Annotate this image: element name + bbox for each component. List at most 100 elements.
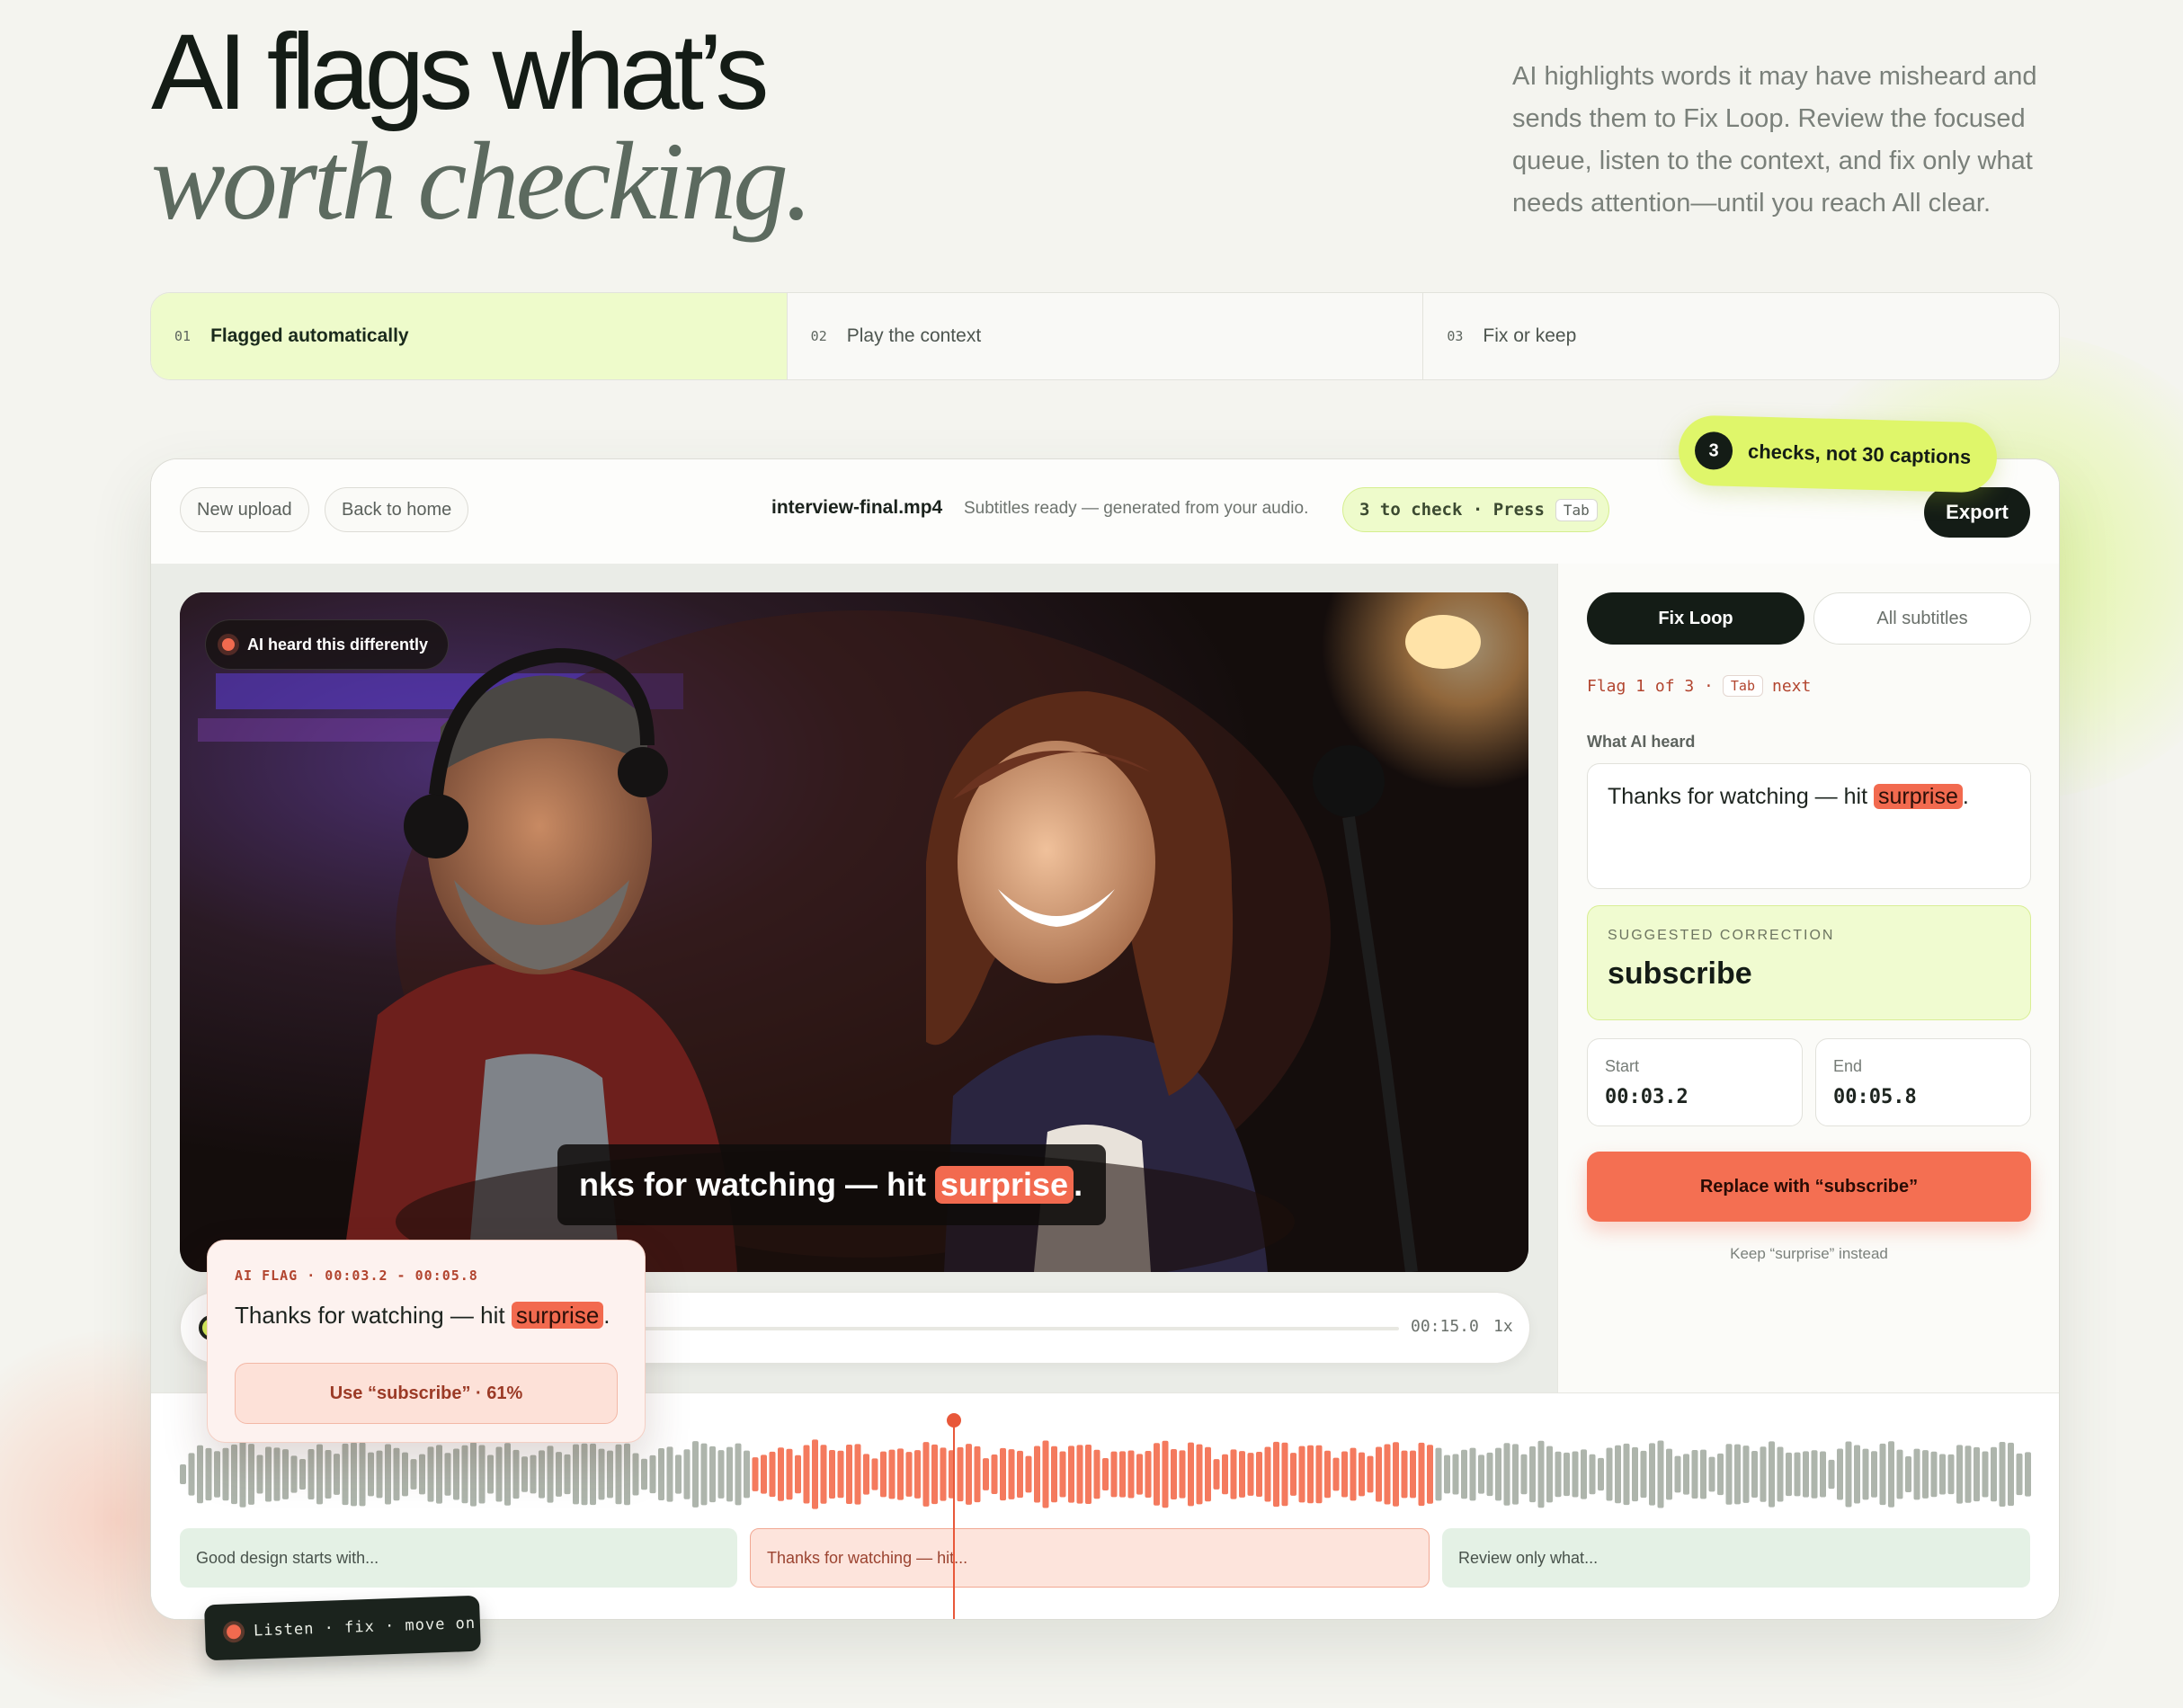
waveform-bar: [410, 1459, 417, 1490]
waveform-bar-flagged: [1188, 1442, 1194, 1507]
waveform-bar: [1503, 1443, 1510, 1506]
waveform-bar-flagged: [1239, 1451, 1245, 1498]
waveform-bar-flagged: [1179, 1450, 1186, 1499]
waveform-bar-flagged: [1127, 1450, 1135, 1499]
subtitle-segment-flagged[interactable]: Thanks for watching — hit...: [750, 1528, 1430, 1588]
waveform-bar-flagged: [1051, 1446, 1057, 1503]
waveform-bar-flagged: [966, 1444, 972, 1505]
export-button[interactable]: Export: [1924, 487, 2030, 538]
waveform-bar-flagged: [1059, 1451, 1066, 1498]
keep-original-link[interactable]: Keep “surprise” instead: [1587, 1245, 2031, 1263]
waveform-bar-flagged: [888, 1449, 895, 1499]
waveform-bar-flagged: [1205, 1446, 1211, 1502]
waveform-bar: [1537, 1440, 1545, 1508]
waveform-bar-flagged: [1332, 1457, 1340, 1491]
waveform-bar-flagged: [1154, 1443, 1160, 1506]
waveform-bar-flagged: [1110, 1451, 1118, 1498]
waveform-bar-flagged: [1025, 1455, 1032, 1493]
subtitle-segment[interactable]: Review only what...: [1442, 1528, 2030, 1588]
video-preview[interactable]: AI heard this differently nks for watchi…: [180, 592, 1528, 1272]
heard-flag-word: surprise: [1873, 784, 1963, 809]
replace-button[interactable]: Replace with “subscribe”: [1587, 1152, 2031, 1222]
waveform-bar-flagged: [1281, 1442, 1288, 1507]
next-hint: next: [1771, 676, 1812, 696]
workflow-text: Listen · fix · move on: [253, 1614, 477, 1641]
waveform-bar-flagged: [1264, 1446, 1271, 1502]
waveform-bar: [2008, 1442, 2014, 1507]
tab-all-subtitles[interactable]: All subtitles: [1813, 592, 2031, 645]
steps-bar: 01 Flagged automatically 02 Play the con…: [150, 292, 2060, 380]
start-time-field[interactable]: Start 00:03.2: [1587, 1038, 1803, 1126]
checks-remaining-chip[interactable]: 3 to check · Press Tab: [1342, 487, 1609, 532]
waveform-bar-flagged: [880, 1451, 887, 1498]
step-number: 02: [810, 328, 827, 344]
heard-text-box: Thanks for watching — hit surprise.: [1587, 763, 2031, 889]
waveform-bar: [307, 1449, 315, 1499]
step-play-context[interactable]: 02 Play the context: [788, 293, 1424, 379]
waveform-bar: [359, 1442, 366, 1507]
waveform-bar: [1777, 1446, 1784, 1502]
end-time-field[interactable]: End 00:05.8: [1815, 1038, 2031, 1126]
step-flagged[interactable]: 01 Flagged automatically: [151, 293, 788, 379]
waveform-bar: [1589, 1454, 1596, 1495]
waveform-bar: [393, 1447, 400, 1501]
waveform-bar: [342, 1443, 349, 1506]
waveform-bar-flagged: [1042, 1440, 1049, 1508]
waveform-bar: [1469, 1447, 1476, 1501]
back-home-button[interactable]: Back to home: [325, 487, 469, 532]
hero-description: AI highlights words it may have misheard…: [1512, 62, 2037, 218]
waveform-bar-flagged: [1273, 1441, 1279, 1508]
waveform-bar-flagged: [1230, 1449, 1237, 1499]
heard-after: .: [1962, 784, 1969, 809]
waveform-bar-flagged: [1418, 1442, 1425, 1507]
waveform-bar: [1666, 1448, 1672, 1500]
waveform-bar: [222, 1447, 229, 1501]
step-number: 01: [174, 328, 192, 344]
waveform-bar-flagged: [983, 1458, 989, 1490]
waveform-bar: [1956, 1445, 1963, 1504]
waveform-bar: [1520, 1454, 1528, 1495]
waveform-bar-flagged: [769, 1451, 776, 1498]
subtitle-segment[interactable]: Good design starts with...: [180, 1528, 737, 1588]
waveform-bar-flagged: [846, 1445, 852, 1504]
waveform-bar: [436, 1445, 442, 1504]
waveform-bar: [1546, 1446, 1553, 1503]
workflow-chip: Listen · fix · move on: [204, 1595, 481, 1661]
waveform-bar: [1486, 1452, 1493, 1497]
waveform-bar: [1572, 1451, 1579, 1498]
playback-speed[interactable]: 1x: [1493, 1317, 1513, 1336]
heard-before: Thanks for watching — hit: [1608, 784, 1874, 809]
waveform-bar: [1734, 1444, 1741, 1505]
waveform-bar-flagged: [1171, 1448, 1177, 1500]
waveform-bar-flagged: [1145, 1451, 1152, 1498]
waveform-bar: [470, 1442, 477, 1507]
step-label: Flagged automatically: [210, 325, 409, 346]
waveform-bar-flagged: [778, 1447, 784, 1501]
waveform-bar-flagged: [1393, 1442, 1399, 1507]
end-value: 00:05.8: [1833, 1086, 1917, 1108]
tab-key-hint: Tab: [1555, 498, 1598, 521]
waveform-bar: [1939, 1454, 1946, 1495]
new-upload-button[interactable]: New upload: [180, 487, 309, 532]
waveform-bar: [1555, 1451, 1562, 1498]
file-name: interview-final.mp4: [771, 497, 943, 518]
hero-title: AI flags what’s worth checking.: [151, 18, 813, 239]
waveform-bar: [1811, 1450, 1818, 1499]
waveform-bar: [1828, 1459, 1835, 1490]
tab-fix-loop[interactable]: Fix Loop: [1587, 592, 1804, 645]
waveform-bar: [1452, 1454, 1459, 1495]
caption-flagged-word[interactable]: surprise: [935, 1166, 1074, 1204]
waveform-bar-flagged: [812, 1439, 818, 1509]
waveform-bar: [1965, 1446, 1972, 1503]
waveform-bar: [1640, 1450, 1647, 1499]
step-label: Play the context: [846, 325, 982, 346]
use-suggestion-button[interactable]: Use “subscribe” · 61%: [235, 1363, 618, 1424]
waveform-bar: [1674, 1455, 1681, 1493]
step-fix-or-keep[interactable]: 03 Fix or keep: [1423, 293, 2059, 379]
waveform-bar: [385, 1444, 391, 1505]
record-dot-icon: [222, 638, 235, 651]
waveform-bar: [700, 1443, 708, 1506]
waveform-bar: [427, 1446, 434, 1502]
checks-sticker: 3 checks, not 30 captions: [1678, 414, 1998, 494]
waveform-bar-flagged: [1298, 1446, 1305, 1503]
